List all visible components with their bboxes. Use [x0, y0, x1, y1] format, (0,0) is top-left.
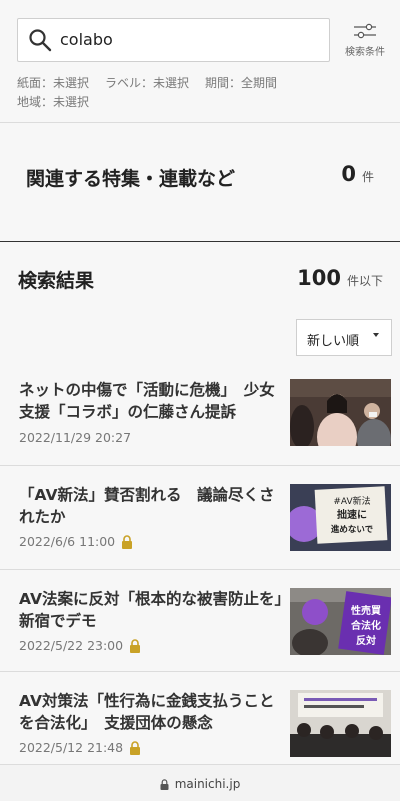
lock-icon — [130, 638, 141, 653]
related-specials-count-unit: 件 — [361, 170, 374, 184]
article-date: 2022/11/29 20:27 — [19, 430, 132, 445]
search-query[interactable]: colabo — [60, 30, 113, 49]
search-conditions-button[interactable]: 検索条件 — [339, 18, 391, 62]
search-area: colabo 検索条件 紙面：未選択 ラベル：未選択 期間：全期間 地域：未選択 — [0, 0, 400, 123]
caret-down-icon — [373, 333, 379, 337]
search-conditions-label: 検索条件 — [345, 47, 385, 58]
conditions-row-2: 地域：未選択 — [17, 93, 105, 110]
article-thumbnail[interactable] — [290, 690, 391, 757]
lock-icon — [122, 534, 133, 549]
conditions-row-1: 紙面：未選択 ラベル：未選択 期間：全期間 — [17, 74, 293, 91]
article-meta: 2022/11/29 20:27 — [19, 430, 131, 445]
article-meta: 2022/5/22 23:00 — [19, 638, 141, 653]
search-input[interactable]: colabo — [17, 18, 330, 62]
article-thumbnail[interactable]: 性売買 合法化 反対 — [290, 588, 391, 655]
article-item[interactable]: ネットの中傷で「活動に危機」 少女支援「コラボ」の仁藤さん提訴 2022/11/… — [0, 367, 400, 466]
condition-region: 地域：未選択 — [17, 95, 90, 109]
article-thumbnail[interactable]: #AV新法 拙速に 進めないで — [290, 484, 391, 551]
search-icon — [29, 29, 52, 52]
article-date: 2022/5/22 23:00 — [19, 638, 124, 653]
condition-paper: 紙面：未選択 — [17, 76, 90, 90]
related-specials-count-value: 0 — [341, 162, 356, 186]
search-results-count-value: 100 — [297, 266, 341, 290]
browser-address-bar[interactable]: mainichi.jp — [0, 764, 400, 801]
related-specials-section: 関連する特集・連載など 0件 — [0, 124, 400, 242]
article-date: 2022/5/12 21:48 — [19, 740, 124, 755]
related-specials-title: 関連する特集・連載など — [26, 168, 236, 190]
article-date: 2022/6/6 11:00 — [19, 534, 116, 549]
site-domain: mainichi.jp — [174, 777, 241, 791]
lock-icon — [130, 740, 141, 755]
article-item[interactable]: 「AV新法」賛否割れる 議論尽くされたか 2022/6/6 11:00 #AV新… — [0, 466, 400, 570]
lock-icon — [160, 778, 169, 790]
thumbnail-sign-text: 反対 — [356, 634, 376, 647]
thumbnail-sign-text: 性売買 — [350, 604, 381, 617]
search-results-heading: 検索結果 — [18, 270, 95, 292]
related-specials-count: 0件 — [341, 162, 374, 186]
thumbnail-sign-text: 拙速に — [337, 508, 367, 521]
condition-label: ラベル：未選択 — [105, 76, 190, 90]
article-item[interactable]: AV法案に反対「根本的な被害防止を」 新宿でデモ 2022/5/22 23:00… — [0, 570, 400, 672]
search-results-count-unit: 件以下 — [346, 274, 383, 288]
article-title[interactable]: AV対策法「性行為に金銭支払うことを合法化」 支援団体の懸念 — [19, 690, 283, 734]
search-results-count: 100 件以下 — [297, 266, 383, 290]
article-meta: 2022/6/6 11:00 — [19, 534, 133, 549]
article-meta: 2022/5/12 21:48 — [19, 740, 141, 755]
article-title[interactable]: AV法案に反対「根本的な被害防止を」 新宿でデモ — [19, 588, 298, 632]
thumbnail-sign-text: #AV新法 — [333, 495, 370, 507]
article-item[interactable]: AV対策法「性行為に金銭支払うことを合法化」 支援団体の懸念 2022/5/12… — [0, 672, 400, 764]
thumbnail-sign-text: 進めないで — [331, 524, 374, 535]
sort-order-select[interactable]: 新しい順 — [296, 319, 392, 356]
article-thumbnail[interactable] — [290, 379, 391, 446]
article-title[interactable]: 「AV新法」賛否割れる 議論尽くされたか — [19, 484, 283, 528]
thumbnail-sign-text: 合法化 — [350, 619, 381, 632]
article-title[interactable]: ネットの中傷で「活動に危機」 少女支援「コラボ」の仁藤さん提訴 — [19, 379, 283, 423]
sort-order-label: 新しい順 — [307, 334, 360, 349]
filter-sliders-icon — [354, 23, 376, 39]
condition-period: 期間：全期間 — [205, 76, 278, 90]
